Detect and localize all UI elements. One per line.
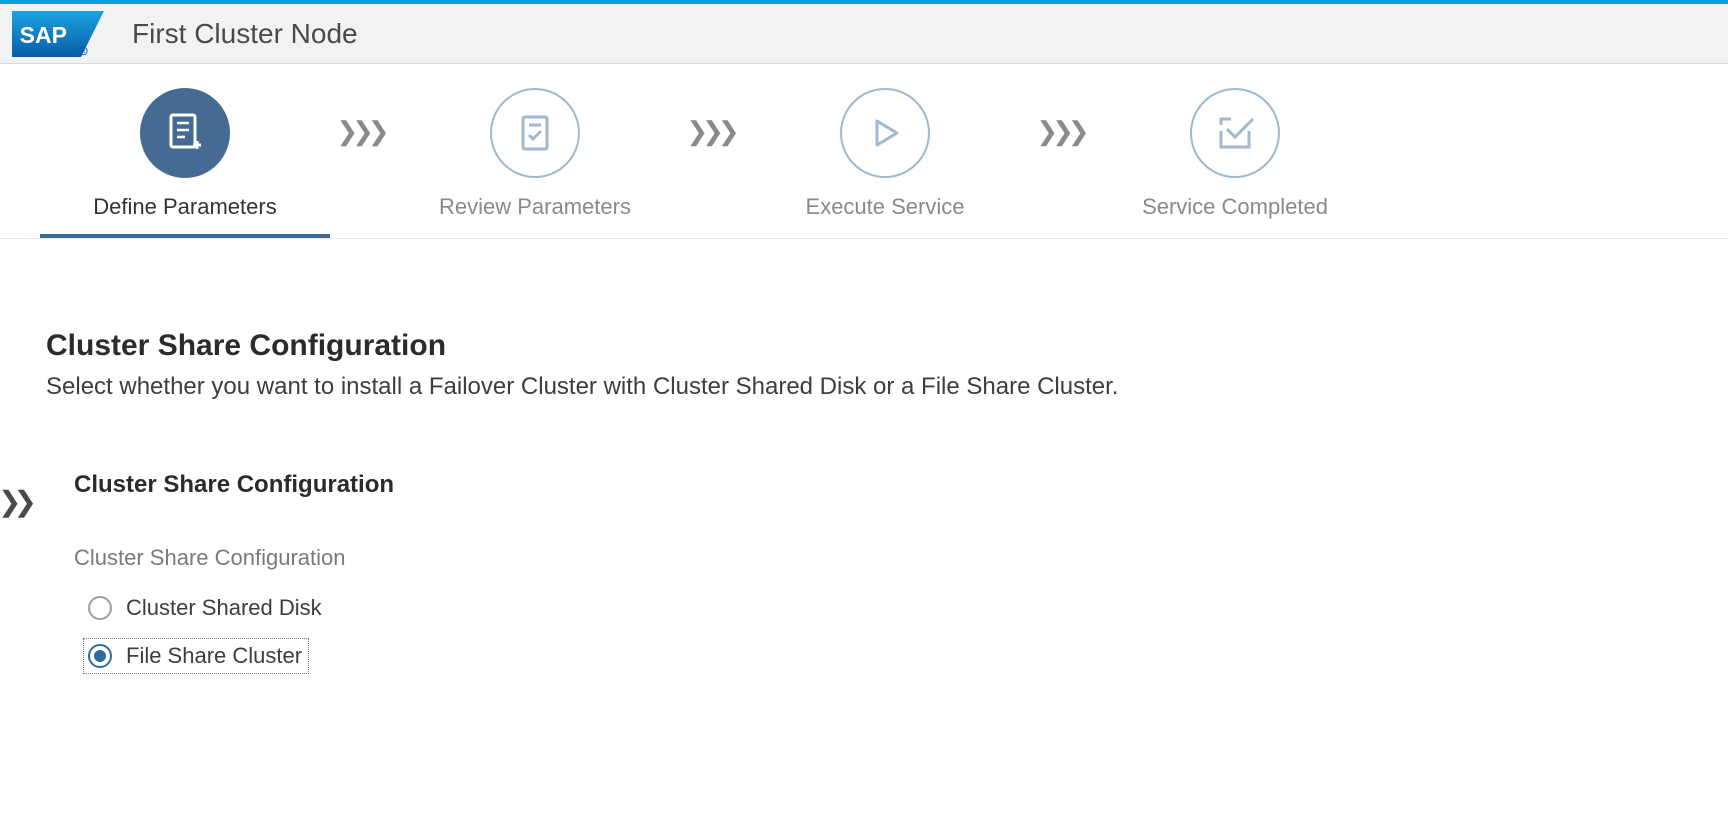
wizard-step-review-parameters[interactable]: Review Parameters (390, 88, 680, 234)
svg-text:R: R (81, 49, 85, 55)
step-circle (140, 88, 230, 178)
radio-label: File Share Cluster (126, 643, 302, 669)
radio-icon (88, 596, 112, 620)
step-label: Service Completed (1142, 194, 1328, 220)
sap-logo: SAP R (12, 11, 104, 57)
play-icon (865, 113, 905, 153)
radio-cluster-shared-disk[interactable]: Cluster Shared Disk (88, 595, 1728, 621)
field-label: Cluster Share Configuration (74, 545, 1728, 571)
header-bar: SAP R First Cluster Node (0, 4, 1728, 64)
expand-handle-icon[interactable]: ❯❯ (0, 485, 29, 518)
wizard-step-service-completed[interactable]: Service Completed (1090, 88, 1380, 234)
subsection: Cluster Share Configuration Cluster Shar… (46, 471, 1728, 691)
chevron-separator-icon: ❯❯❯ (330, 116, 390, 147)
wizard-step-execute-service[interactable]: Execute Service (740, 88, 1030, 234)
page-title: First Cluster Node (132, 18, 358, 50)
document-add-icon (163, 111, 207, 155)
radio-file-share-cluster[interactable]: File Share Cluster (84, 639, 308, 673)
subsection-title: Cluster Share Configuration (74, 471, 1728, 499)
wizard-steps: Define Parameters ❯❯❯ Review Parameters … (0, 64, 1728, 239)
step-circle (840, 88, 930, 178)
chevron-separator-icon: ❯❯❯ (680, 116, 740, 147)
section-title: Cluster Share Configuration (46, 329, 1728, 363)
step-circle (490, 88, 580, 178)
step-circle (1190, 88, 1280, 178)
svg-text:SAP: SAP (20, 22, 67, 48)
cluster-share-radio-group: Cluster Shared Disk File Share Cluster (74, 595, 1728, 691)
document-check-icon (513, 111, 557, 155)
radio-icon (88, 644, 112, 668)
wizard-step-define-parameters[interactable]: Define Parameters (40, 88, 330, 238)
radio-label: Cluster Shared Disk (126, 595, 322, 621)
content-area: ❯❯ Cluster Share Configuration Select wh… (0, 239, 1728, 691)
step-label: Execute Service (806, 194, 965, 220)
chevron-separator-icon: ❯❯❯ (1030, 116, 1090, 147)
step-label: Review Parameters (439, 194, 631, 220)
checkbox-done-icon (1213, 111, 1257, 155)
step-label: Define Parameters (93, 194, 276, 220)
section-description: Select whether you want to install a Fai… (46, 373, 1728, 401)
